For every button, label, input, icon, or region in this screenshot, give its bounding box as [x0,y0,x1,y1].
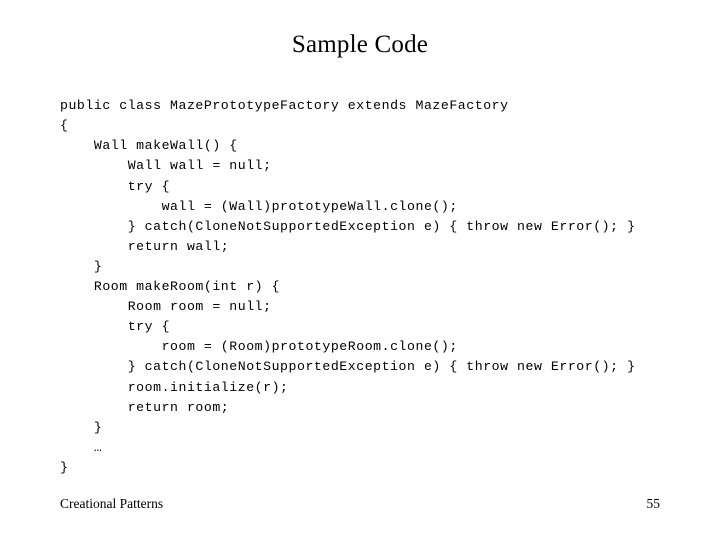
code-line: } [60,419,103,435]
code-line: try { [60,319,171,335]
code-line: { [60,118,69,134]
code-line: … [60,439,103,455]
code-line: wall = (Wall)prototypeWall.clone(); [60,198,458,214]
slide-canvas: Sample Code public class MazePrototypeFa… [0,0,720,540]
code-block: public class MazePrototypeFactory extend… [60,96,660,478]
code-line: return wall; [60,238,230,254]
code-line: } catch(CloneNotSupportedException e) { … [60,359,636,375]
code-line: } [60,459,69,475]
page-number: 55 [646,496,661,511]
footer-section-label: Creational Patterns [60,496,164,511]
code-line: Room makeRoom(int r) { [60,279,281,295]
slide-footer: Creational Patterns 55 [0,495,720,517]
code-line: room = (Room)prototypeRoom.clone(); [60,339,458,355]
code-line: } catch(CloneNotSupportedException e) { … [60,218,636,234]
code-line: Wall wall = null; [60,158,272,174]
page-title: Sample Code [291,31,429,58]
code-line: room.initialize(r); [60,379,289,395]
code-line: Wall makeWall() { [60,138,238,154]
code-line: } [60,258,103,274]
code-line: public class MazePrototypeFactory extend… [60,98,509,114]
code-line: return room; [60,399,230,415]
code-line: try { [60,178,171,194]
code-line: Room room = null; [60,299,272,315]
